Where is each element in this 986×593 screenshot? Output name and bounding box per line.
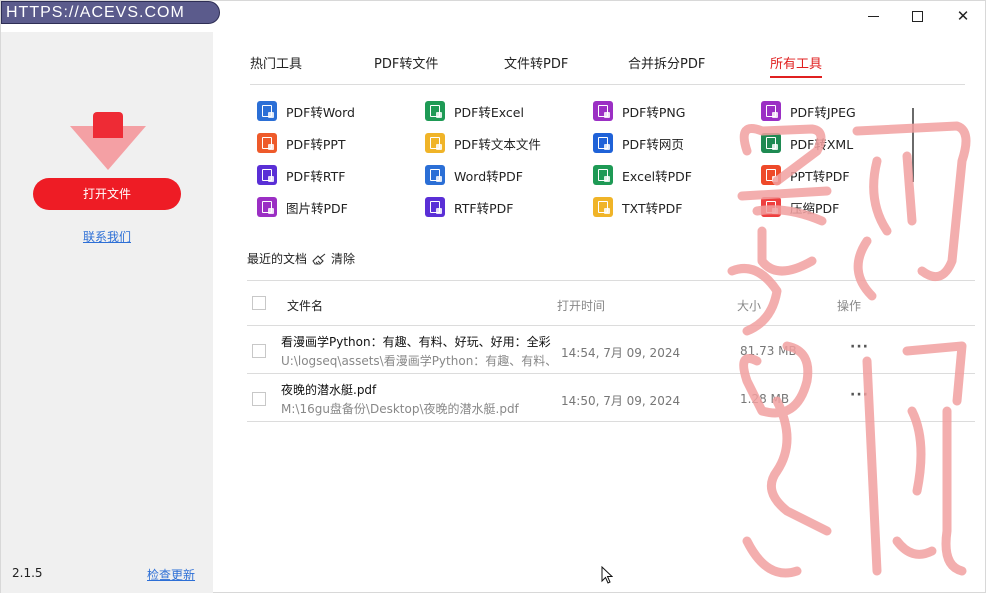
pdf-to-word-icon — [257, 101, 277, 121]
file-name[interactable]: 看漫画学Python：有趣、有料、好玩、好用：全彩 — [281, 333, 551, 350]
compress-pdf-icon — [761, 197, 781, 217]
pdf-to-png-icon — [593, 101, 613, 121]
check-update-link[interactable]: 检查更新 — [147, 566, 195, 583]
tool-pdf-to-png[interactable]: PDF转PNG — [593, 100, 685, 122]
tool-ppt-to-pdf[interactable]: PPT转PDF — [761, 164, 850, 186]
excel-to-pdf-icon — [593, 165, 613, 185]
tool-pdf-to-rtf[interactable]: PDF转RTF — [257, 164, 345, 186]
recent-docs-title: 最近的文档 — [247, 252, 308, 266]
app-window: HTTPS://ACEVS.COM ✕ 打开文件 联系我们 2.1.5 检查更新… — [0, 0, 986, 593]
pdf-to-text-icon — [425, 133, 445, 153]
tool-pdf-to-ppt[interactable]: PDF转PPT — [257, 132, 346, 154]
column-header-action: 操作 — [837, 299, 862, 313]
tool-tabs: 热门工具 PDF转文件 文件转PDF 合并拆分PDF 所有工具 — [250, 53, 965, 85]
maximize-icon — [911, 10, 923, 22]
maximize-button[interactable] — [894, 1, 940, 31]
open-time: 14:50, 7月 09, 2024 — [561, 394, 681, 408]
tool-rtf-to-pdf[interactable]: RTF转PDF — [425, 196, 513, 218]
tools-scrollbar[interactable] — [912, 108, 914, 182]
sidebar: 打开文件 联系我们 2.1.5 检查更新 — [1, 32, 213, 593]
row-checkbox[interactable] — [252, 392, 266, 406]
tab-merge-split[interactable]: 合并拆分PDF — [628, 53, 705, 72]
file-name[interactable]: 夜晚的潜水艇.pdf — [281, 381, 551, 398]
pdf-to-xml-icon — [761, 133, 781, 153]
tool-pdf-to-word[interactable]: PDF转Word — [257, 100, 355, 122]
tool-word-to-pdf[interactable]: Word转PDF — [425, 164, 523, 186]
tool-pdf-to-xml[interactable]: PDF转XML — [761, 132, 853, 154]
contact-us-link[interactable]: 联系我们 — [1, 228, 213, 245]
pdf-to-ppt-icon — [257, 133, 277, 153]
site-badge: HTTPS://ACEVS.COM — [1, 1, 220, 24]
open-time: 14:54, 7月 09, 2024 — [561, 346, 681, 360]
minimize-button[interactable] — [850, 1, 896, 31]
file-size: 1.28 MB — [740, 392, 790, 406]
mouse-cursor-icon — [601, 566, 613, 584]
tab-file-to-pdf[interactable]: 文件转PDF — [504, 53, 568, 72]
tool-image-to-pdf[interactable]: 图片转PDF — [257, 196, 348, 218]
tool-pdf-to-text[interactable]: PDF转文本文件 — [425, 132, 541, 154]
txt-to-pdf-icon — [593, 197, 613, 217]
column-header-name: 文件名 — [287, 299, 324, 313]
pdf-to-jpeg-icon — [761, 101, 781, 121]
word-to-pdf-icon — [425, 165, 445, 185]
tab-pdf-to-file[interactable]: PDF转文件 — [374, 53, 438, 72]
tab-all-tools[interactable]: 所有工具 — [770, 53, 823, 78]
select-all-checkbox[interactable] — [252, 296, 266, 310]
row-checkbox[interactable] — [252, 344, 266, 358]
clear-label: 清除 — [331, 252, 356, 266]
minimize-icon — [867, 15, 879, 17]
download-arrow-icon — [70, 112, 146, 170]
rtf-to-pdf-icon — [425, 197, 445, 217]
ppt-to-pdf-icon — [761, 165, 781, 185]
tool-compress-pdf[interactable]: 压缩PDF — [761, 196, 839, 218]
divider — [247, 325, 975, 326]
pdf-to-rtf-icon — [257, 165, 277, 185]
clear-recent-button[interactable]: 清除 — [312, 250, 355, 267]
file-size: 81.73 MB — [740, 344, 797, 358]
pdf-to-html-icon — [593, 133, 613, 153]
close-button[interactable]: ✕ — [940, 1, 986, 31]
divider — [247, 280, 975, 281]
divider — [247, 373, 975, 374]
tool-excel-to-pdf[interactable]: Excel转PDF — [593, 164, 692, 186]
more-options-icon[interactable]: ··· — [850, 387, 869, 403]
tool-pdf-to-html[interactable]: PDF转网页 — [593, 132, 684, 154]
pdf-to-excel-icon — [425, 101, 445, 121]
tab-hot-tools[interactable]: 热门工具 — [250, 53, 302, 72]
tool-txt-to-pdf[interactable]: TXT转PDF — [593, 196, 682, 218]
open-file-button[interactable]: 打开文件 — [33, 178, 181, 210]
tool-pdf-to-excel[interactable]: PDF转Excel — [425, 100, 524, 122]
divider — [247, 421, 975, 422]
file-path: M:\16gu盘备份\Desktop\夜晚的潜水艇.pdf — [281, 402, 519, 416]
column-header-size: 大小 — [737, 299, 762, 313]
close-icon: ✕ — [956, 7, 970, 25]
version-label: 2.1.5 — [12, 566, 43, 580]
broom-icon — [312, 253, 326, 265]
image-to-pdf-icon — [257, 197, 277, 217]
tool-pdf-to-jpeg[interactable]: PDF转JPEG — [761, 100, 856, 122]
column-header-time: 打开时间 — [557, 299, 606, 313]
file-path: U:\logseq\assets\看漫画学Python：有趣、有料、 — [281, 354, 549, 368]
more-options-icon[interactable]: ··· — [850, 339, 869, 355]
